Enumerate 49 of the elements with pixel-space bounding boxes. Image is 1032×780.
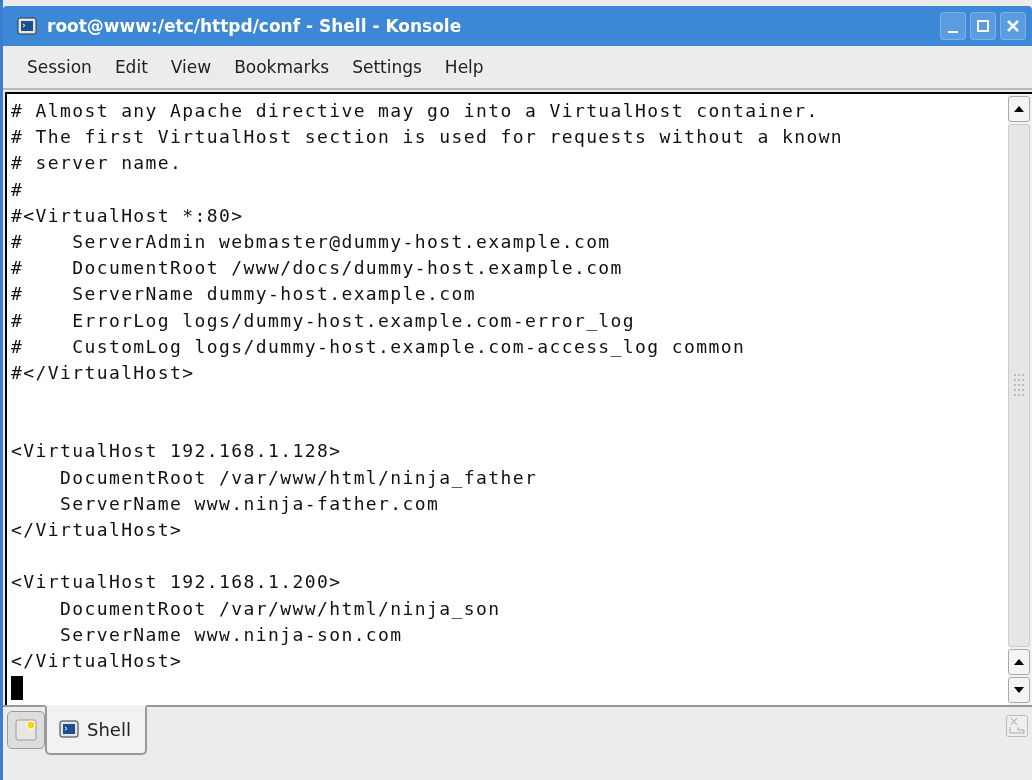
menu-item[interactable]: Bookmarks (222, 57, 341, 77)
menu-item[interactable]: Edit (102, 57, 159, 77)
terminal-line: # (11, 177, 25, 202)
scrollbar[interactable] (1008, 94, 1032, 705)
new-tab-button[interactable] (7, 711, 45, 749)
terminal-line: # ServerAdmin webmaster@dummy-host.example.com (11, 229, 612, 254)
menu-item[interactable]: Help (432, 57, 495, 77)
terminal-line: ServerName www.ninja-father.com (58, 491, 441, 516)
terminal-line: # ErrorLog logs/dummy-host.example.com-error_log (11, 308, 637, 333)
close-session-icon (1006, 715, 1028, 737)
terminal-line: # The first VirtualHost section is used for requests without a known (11, 125, 845, 150)
maximize-button[interactable] (970, 12, 996, 40)
close-session-button[interactable] (1006, 715, 1028, 740)
terminal-line: <VirtualHost 192.168.1.200> (11, 570, 343, 595)
window-title: root@www:/etc/httpd/conf - Shell - Konsole (47, 16, 463, 36)
scroll-down-button[interactable] (1008, 677, 1030, 703)
scrollbar-thumb[interactable] (1008, 124, 1030, 647)
terminal-line: # DocumentRoot /www/docs/dummy-host.example.com (11, 256, 624, 281)
scroll-up-button[interactable] (1008, 649, 1030, 675)
menu-item[interactable]: Session (15, 57, 103, 77)
terminal-line: #</VirtualHost> (11, 360, 196, 385)
minimize-icon (948, 31, 958, 33)
terminal-line: DocumentRoot /var/www/html/ninja_father (58, 465, 539, 490)
terminal-line: # CustomLog logs/dummy-host.example.com-access_log common (11, 334, 747, 359)
text-cursor (11, 676, 23, 701)
scroll-up-button[interactable] (1008, 96, 1030, 122)
grip-icon (1013, 372, 1025, 399)
down-triangle-icon (1014, 687, 1024, 693)
terminal-line: # Almost any Apache directive may go into a VirtualHost container. (11, 99, 820, 123)
terminal-icon (17, 17, 37, 35)
close-button[interactable] (1000, 12, 1026, 40)
terminal-line: # ServerName dummy-host.example.com (11, 282, 477, 307)
terminal-line: </VirtualHost> (11, 648, 184, 673)
terminal-icon (59, 720, 79, 738)
new-tab-icon (15, 719, 37, 741)
terminal-line: </VirtualHost> (11, 518, 184, 542)
menu-item[interactable]: View (158, 57, 223, 77)
minimize-button[interactable] (940, 12, 966, 40)
close-icon (1006, 19, 1020, 33)
menu-item[interactable]: Settings (340, 57, 433, 77)
terminal-line: <VirtualHost 192.168.1.128> (11, 439, 343, 464)
shell-tab[interactable]: Shell (45, 705, 147, 755)
terminal-line: # server name. (11, 151, 184, 176)
terminal-line: DocumentRoot /var/www/html/ninja_son (58, 596, 502, 621)
maximize-icon (976, 19, 990, 33)
terminal-line: ServerName www.ninja-son.com (58, 622, 404, 647)
terminal-line: #<VirtualHost *:80> (11, 203, 245, 228)
up-triangle-icon (1014, 659, 1024, 665)
up-triangle-icon (1014, 106, 1024, 112)
